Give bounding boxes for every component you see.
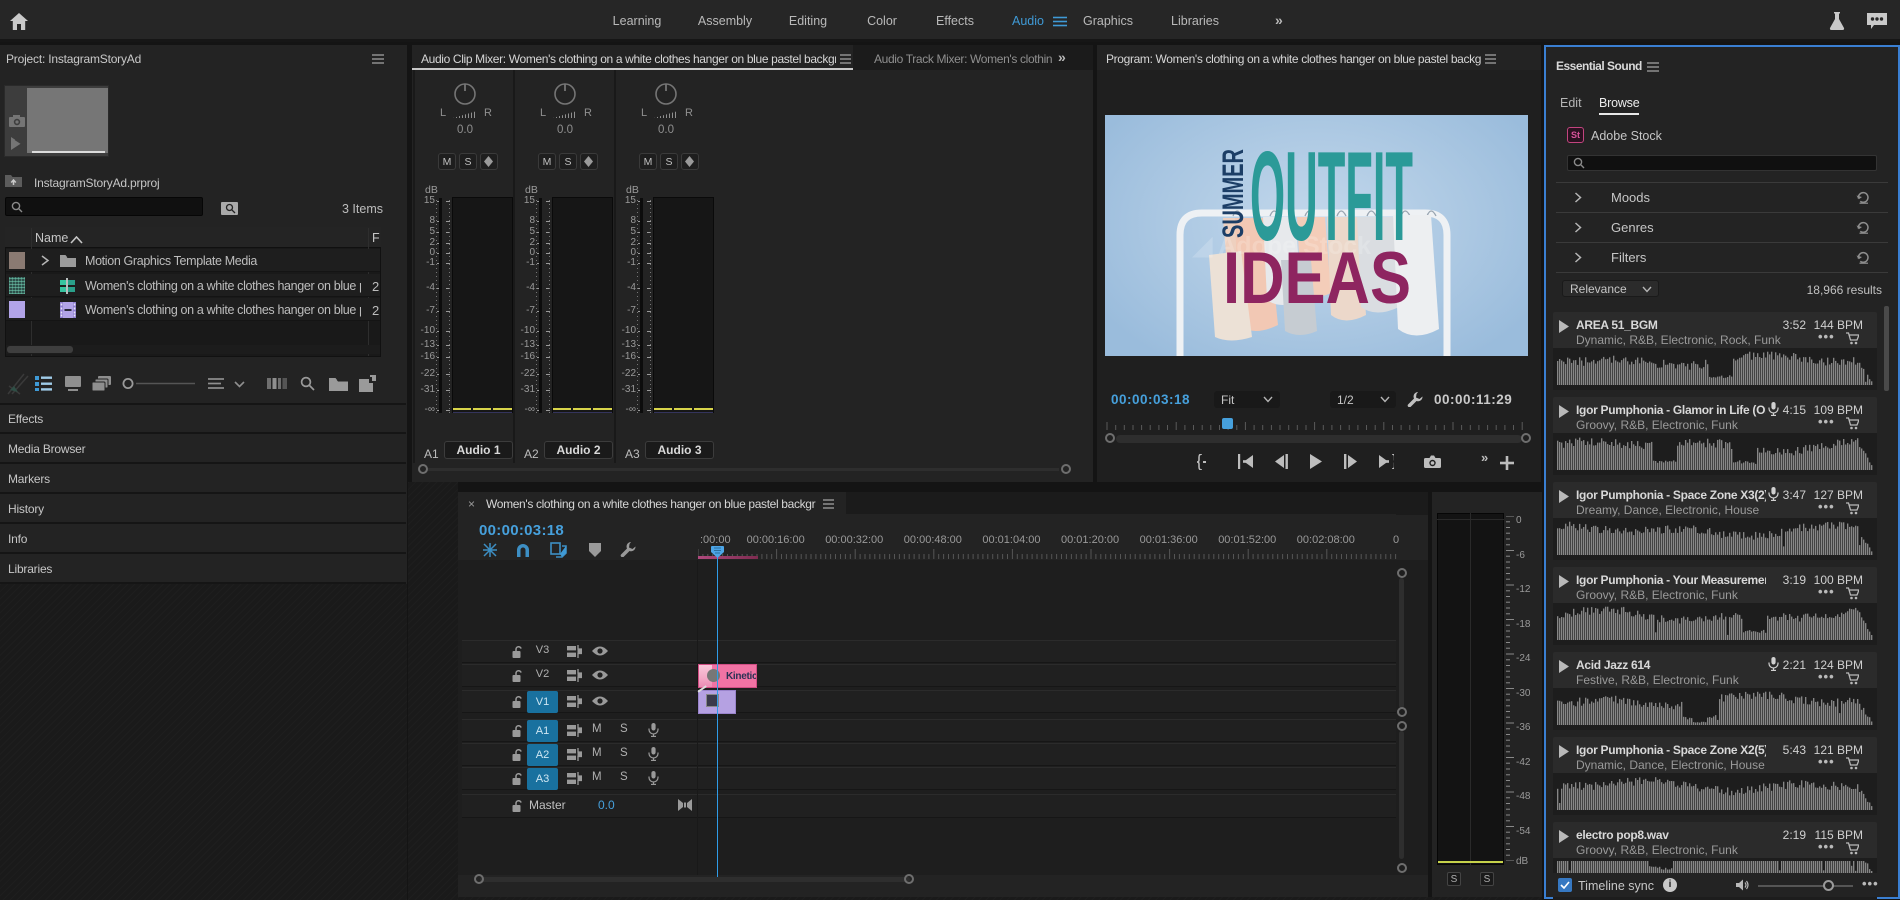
svg-text:IDEAS: IDEAS	[1223, 238, 1411, 319]
svg-text:SUMMER: SUMMER	[1217, 149, 1250, 238]
